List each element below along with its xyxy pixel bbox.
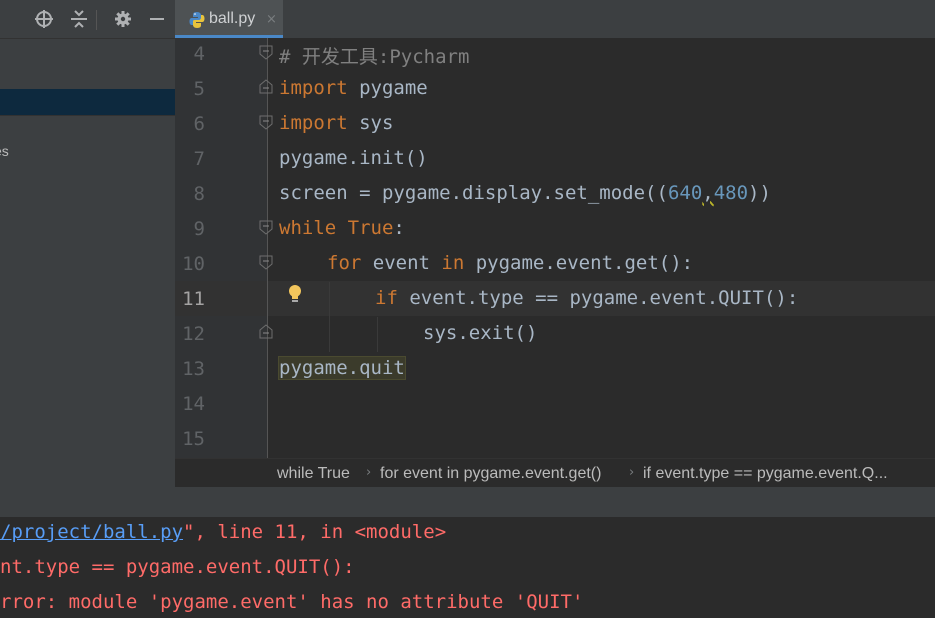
- console-line: /project/ball.py", line 11, in <module>: [0, 521, 446, 543]
- line-number: 13: [182, 358, 205, 380]
- keyword: while: [279, 217, 337, 239]
- highlighted-code: pygame.quit: [279, 357, 405, 379]
- keyword: for: [327, 252, 362, 274]
- keyword: if: [375, 287, 398, 309]
- indent-guide: [329, 282, 330, 352]
- code-line-7: pygame.init(): [279, 147, 428, 169]
- code-line-11: if event.type == pygame.event.QUIT():: [375, 287, 798, 309]
- code-text: sys: [347, 112, 394, 134]
- breadcrumb-item[interactable]: for event in pygame.event.get(): [380, 465, 601, 483]
- warning-squiggle: ,: [702, 182, 714, 204]
- code-text: :: [393, 217, 405, 239]
- chevron-right-icon: ›: [366, 465, 372, 480]
- fold-start-icon[interactable]: [258, 114, 274, 130]
- console-text: ", line 11, in <module>: [183, 521, 447, 543]
- keyword: import: [279, 112, 348, 134]
- line-number: 4: [193, 43, 205, 65]
- project-toolbar: [0, 0, 175, 39]
- editor-tab-bar: ball.py ×: [175, 0, 935, 39]
- breadcrumb-item[interactable]: if event.type == pygame.event.Q...: [643, 465, 888, 483]
- code-text: screen = pygame.display.set_mode((: [279, 182, 668, 204]
- indent-guide: [377, 317, 378, 352]
- code-line-4: # 开发工具:Pycharm: [279, 42, 469, 69]
- code-text: )): [748, 182, 771, 204]
- locate-icon[interactable]: [34, 9, 54, 29]
- fold-end-icon[interactable]: [258, 324, 274, 340]
- line-number: 9: [193, 218, 205, 240]
- code-line-6: import sys: [279, 112, 393, 134]
- code-line-5: import pygame: [279, 77, 428, 99]
- lightbulb-icon[interactable]: [287, 284, 303, 304]
- minimize-icon[interactable]: [147, 9, 167, 29]
- python-file-icon: [189, 11, 205, 29]
- keyword: import: [279, 77, 348, 99]
- line-number: 12: [182, 323, 205, 345]
- fold-end-icon[interactable]: [258, 79, 274, 95]
- number-literal: 640: [667, 182, 703, 204]
- comment: # 开发工具:Pycharm: [279, 46, 470, 68]
- tree-divider: [0, 115, 175, 116]
- code-text: pygame.init(): [279, 147, 428, 169]
- gear-icon[interactable]: [113, 9, 133, 29]
- fold-start-icon[interactable]: [258, 219, 274, 235]
- project-panel: es: [0, 0, 175, 487]
- code-editor[interactable]: [268, 38, 935, 458]
- keyword: in: [441, 252, 465, 274]
- breadcrumb: while True › for event in pygame.event.g…: [175, 458, 935, 488]
- keyword: True: [336, 217, 394, 239]
- code-text: pygame.event.get():: [464, 252, 694, 274]
- line-number: 7: [193, 148, 205, 170]
- line-number: 14: [182, 393, 205, 415]
- tab-ball-py[interactable]: ball.py ×: [175, 0, 283, 38]
- code-line-9: while True:: [279, 217, 405, 239]
- chevron-right-icon: ›: [629, 465, 635, 480]
- line-number: 15: [182, 428, 205, 450]
- tab-label: ball.py: [209, 10, 256, 27]
- fold-start-icon[interactable]: [258, 254, 274, 270]
- code-text: sys.exit(): [423, 322, 538, 344]
- run-console[interactable]: /project/ball.py", line 11, in <module> …: [0, 517, 935, 618]
- file-link[interactable]: /project/ball.py: [0, 521, 183, 543]
- code-line-8: screen = pygame.display.set_mode((640,48…: [279, 182, 771, 204]
- code-text: event: [361, 252, 442, 274]
- code-line-13: pygame.quit: [279, 357, 405, 379]
- close-icon[interactable]: ×: [266, 12, 277, 27]
- line-number: 8: [193, 183, 205, 205]
- console-line: nt.type == pygame.event.QUIT():: [0, 556, 355, 578]
- tree-selected-row[interactable]: [0, 89, 175, 115]
- number-literal: 480: [713, 182, 749, 204]
- tree-item-label[interactable]: es: [0, 143, 9, 159]
- console-text: rror: module 'pygame.event' has no attri…: [0, 591, 584, 613]
- code-text: pygame: [347, 77, 428, 99]
- code-line-12: sys.exit(): [423, 322, 537, 344]
- breadcrumb-item[interactable]: while True: [277, 465, 350, 483]
- gutter-separator: [267, 38, 268, 458]
- code-text: event.type == pygame.event.QUIT():: [397, 287, 799, 309]
- console-line: rror: module 'pygame.event' has no attri…: [0, 591, 583, 613]
- line-number-current: 11: [182, 288, 205, 310]
- collapse-all-icon[interactable]: [69, 9, 89, 29]
- line-number: 6: [193, 113, 205, 135]
- console-text: nt.type == pygame.event.QUIT():: [0, 556, 355, 578]
- toolbar-divider: [96, 10, 97, 30]
- code-line-10: for event in pygame.event.get():: [327, 252, 693, 274]
- fold-start-icon[interactable]: [258, 44, 274, 60]
- run-panel-header: [0, 487, 935, 518]
- line-number: 5: [193, 78, 205, 100]
- line-number: 10: [182, 253, 205, 275]
